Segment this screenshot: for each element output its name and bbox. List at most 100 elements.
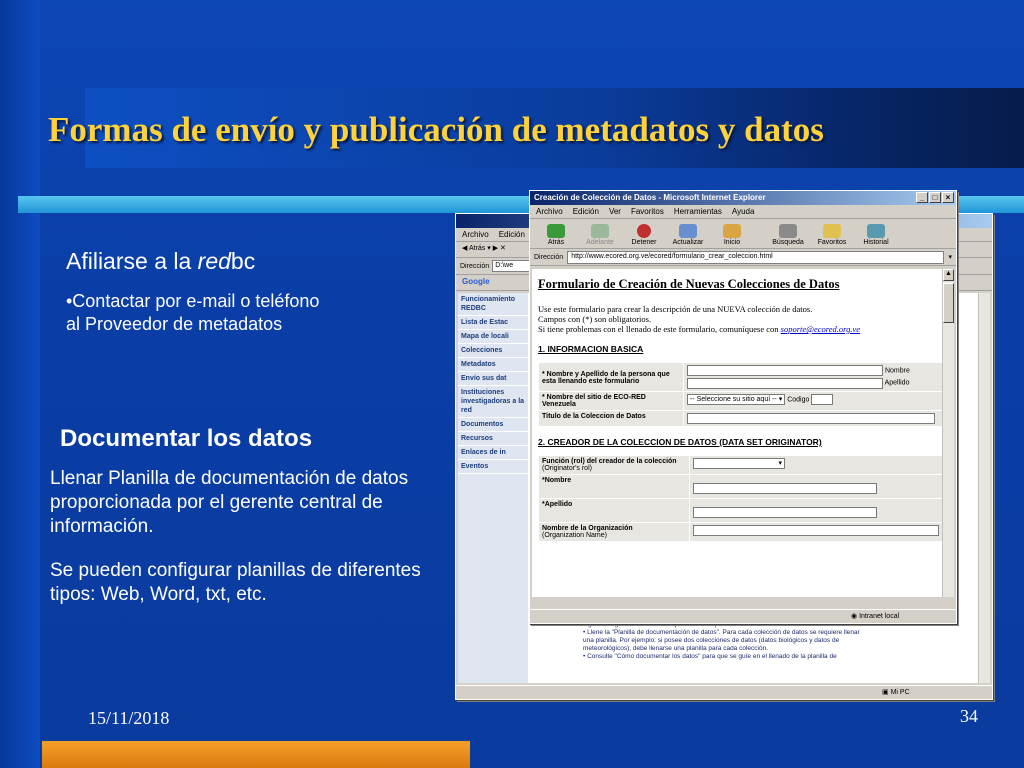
- heading-afiliarse-suffix: bc: [230, 248, 256, 274]
- address-dropdown-icon[interactable]: ▾: [948, 253, 952, 261]
- back-body-line: una planilla. Por ejemplo: si posee dos …: [583, 637, 840, 644]
- back-sidebar-item[interactable]: Metadatos: [458, 358, 528, 372]
- back-menu-edicion[interactable]: Edición: [499, 230, 525, 239]
- org-label: Nombre de la Organización: [542, 525, 633, 532]
- close-button[interactable]: ×: [942, 192, 954, 203]
- back-menu-archivo[interactable]: Archivo: [462, 230, 489, 239]
- history-button[interactable]: Historial: [856, 224, 896, 246]
- back-button[interactable]: Atrás: [536, 224, 576, 246]
- front-address-bar: Dirección http://www.ecored.org.ve/ecore…: [530, 249, 956, 266]
- back-address-input[interactable]: D:\we: [492, 260, 533, 272]
- creador-apellido-input[interactable]: [693, 507, 877, 518]
- org-input[interactable]: [693, 525, 939, 536]
- forward-button-label: Adelante: [586, 239, 614, 246]
- home-button[interactable]: Inicio: [712, 224, 752, 246]
- favorites-button[interactable]: Favoritos: [812, 224, 852, 246]
- back-status-text: Mi PC: [890, 689, 910, 696]
- para-llenar-planilla: Llenar Planilla de documentación de dato…: [50, 468, 409, 537]
- bullet-contactar: •Contactar por e-mail o teléfono al Prov…: [66, 290, 319, 336]
- forward-button[interactable]: Adelante: [580, 224, 620, 246]
- nombre-input[interactable]: [687, 365, 883, 376]
- home-icon: [723, 224, 741, 238]
- front-window-titlebar[interactable]: Creación de Colección de Datos - Microso…: [530, 191, 956, 205]
- back-sidebar-item[interactable]: Lista de Estac: [458, 316, 528, 330]
- back-vertical-scrollbar[interactable]: [978, 293, 990, 683]
- back-body-line: • Llene la "Planilla de documentación de…: [583, 629, 860, 636]
- funcion-label: Función (rol) del creador de la colecció…: [542, 458, 677, 465]
- search-button[interactable]: Búsqueda: [768, 224, 808, 246]
- back-sidebar-item[interactable]: Envío sus dat: [458, 372, 528, 386]
- back-sidebar-item[interactable]: Enlaces de in: [458, 446, 528, 460]
- field-funcion: ▾: [689, 455, 942, 475]
- back-sidebar-item[interactable]: Recursos: [458, 432, 528, 446]
- google-logo[interactable]: Google: [462, 277, 490, 286]
- back-sidebar-item[interactable]: Eventos: [458, 460, 528, 474]
- stop-icon: [637, 224, 651, 238]
- search-button-label: Búsqueda: [772, 239, 804, 246]
- menu-herramientas[interactable]: Herramientas: [674, 207, 722, 216]
- back-arrow-icon: [547, 224, 565, 238]
- refresh-icon: [679, 224, 697, 238]
- computer-icon: ▣: [882, 689, 891, 696]
- apellido-input[interactable]: [687, 378, 883, 389]
- menu-ayuda[interactable]: Ayuda: [732, 207, 755, 216]
- front-page-content: Formulario de Creación de Nuevas Colecci…: [532, 269, 942, 597]
- minimize-button[interactable]: _: [916, 192, 928, 203]
- back-body-line: meteorológicos), debe llenarse una plani…: [583, 645, 769, 652]
- back-button-label[interactable]: Atrás: [469, 245, 485, 252]
- funcion-select[interactable]: ▾: [693, 458, 785, 469]
- footer-date: 15/11/2018: [88, 708, 170, 728]
- back-sidebar-item[interactable]: Colecciones: [458, 344, 528, 358]
- scroll-thumb[interactable]: [943, 283, 954, 323]
- menu-archivo[interactable]: Archivo: [536, 207, 563, 216]
- form-title: Formulario de Creación de Nuevas Colecci…: [538, 277, 840, 291]
- menu-ver[interactable]: Ver: [609, 207, 621, 216]
- front-window-toolbar: Atrás Adelante Detener Actualizar Inicio…: [530, 219, 956, 249]
- section-info-basica: 1. INFORMACION BASICA: [538, 344, 644, 354]
- form-intro: Use este formulario para crear la descri…: [538, 304, 942, 334]
- back-sidebar-item[interactable]: Mapa de locali: [458, 330, 528, 344]
- field-label-funcion: Función (rol) del creador de la colecció…: [538, 455, 690, 475]
- intro-line2: Campos con (*) son obligatorios.: [538, 314, 652, 324]
- section-creador: 2. CREADOR DE LA COLECCION DE DATOS (DAT…: [538, 437, 822, 447]
- codigo-input[interactable]: [811, 394, 834, 405]
- field-nombre: [689, 474, 942, 499]
- sitio-select[interactable]: -- Seleccione su sitio aquí -- ▾: [687, 394, 786, 405]
- titulo-input[interactable]: [687, 413, 935, 424]
- forward-arrow-icon: [591, 224, 609, 238]
- heading-afiliarse-prefix: Afiliarse a la: [66, 248, 198, 274]
- refresh-button[interactable]: Actualizar: [668, 224, 708, 246]
- back-sidebar-item[interactable]: Instituciones investigadoras a la red: [458, 386, 528, 418]
- bullet-line2: al Proveedor de metadatos: [66, 314, 283, 334]
- back-button-icon[interactable]: ◀: [462, 245, 469, 252]
- front-window-title: Creación de Colección de Datos - Microso…: [534, 193, 766, 202]
- sitio-select-value: -- Seleccione su sitio aquí --: [690, 396, 777, 403]
- scroll-up-icon[interactable]: ▲: [943, 269, 954, 281]
- refresh-button-label: Actualizar: [672, 239, 704, 246]
- search-icon: [779, 224, 797, 238]
- back-sidebar-item[interactable]: Documentos: [458, 418, 528, 432]
- menu-favoritos[interactable]: Favoritos: [631, 207, 664, 216]
- address-input[interactable]: http://www.ecored.org.ve/ecored/formular…: [567, 250, 945, 264]
- front-status-bar: ◉ Intranet local: [530, 609, 956, 623]
- support-email-link[interactable]: soporte@ecored.org.ve: [781, 324, 860, 334]
- nombre-label: Nombre: [884, 367, 910, 375]
- field-nombre-apellido: Nombre Apellido: [683, 362, 942, 392]
- front-window-menubar: Archivo Edición Ver Favoritos Herramient…: [530, 205, 956, 219]
- history-button-label: Historial: [863, 239, 889, 246]
- intro-line1: Use este formulario para crear la descri…: [538, 304, 813, 314]
- heading-documentar: Documentar los datos: [60, 425, 313, 452]
- front-status-text: Intranet local: [859, 613, 900, 620]
- front-vertical-scrollbar[interactable]: ▲: [942, 269, 954, 597]
- creador-nombre-input[interactable]: [693, 483, 877, 494]
- slide-title: Formas de envío y publicación de metadat…: [48, 110, 824, 149]
- front-browser-window[interactable]: Creación de Colección de Datos - Microso…: [529, 190, 957, 624]
- back-sidebar-item[interactable]: Funcionamiento REDBC: [458, 293, 528, 316]
- field-org: [689, 522, 942, 542]
- address-label: Dirección: [534, 253, 564, 261]
- stop-button[interactable]: Detener: [624, 224, 664, 246]
- field-label-apellido: *Apellido: [538, 498, 690, 523]
- maximize-button[interactable]: □: [929, 192, 941, 203]
- para-configurar-planillas: Se pueden configurar planillas de difere…: [50, 560, 421, 605]
- menu-edicion[interactable]: Edición: [573, 207, 599, 216]
